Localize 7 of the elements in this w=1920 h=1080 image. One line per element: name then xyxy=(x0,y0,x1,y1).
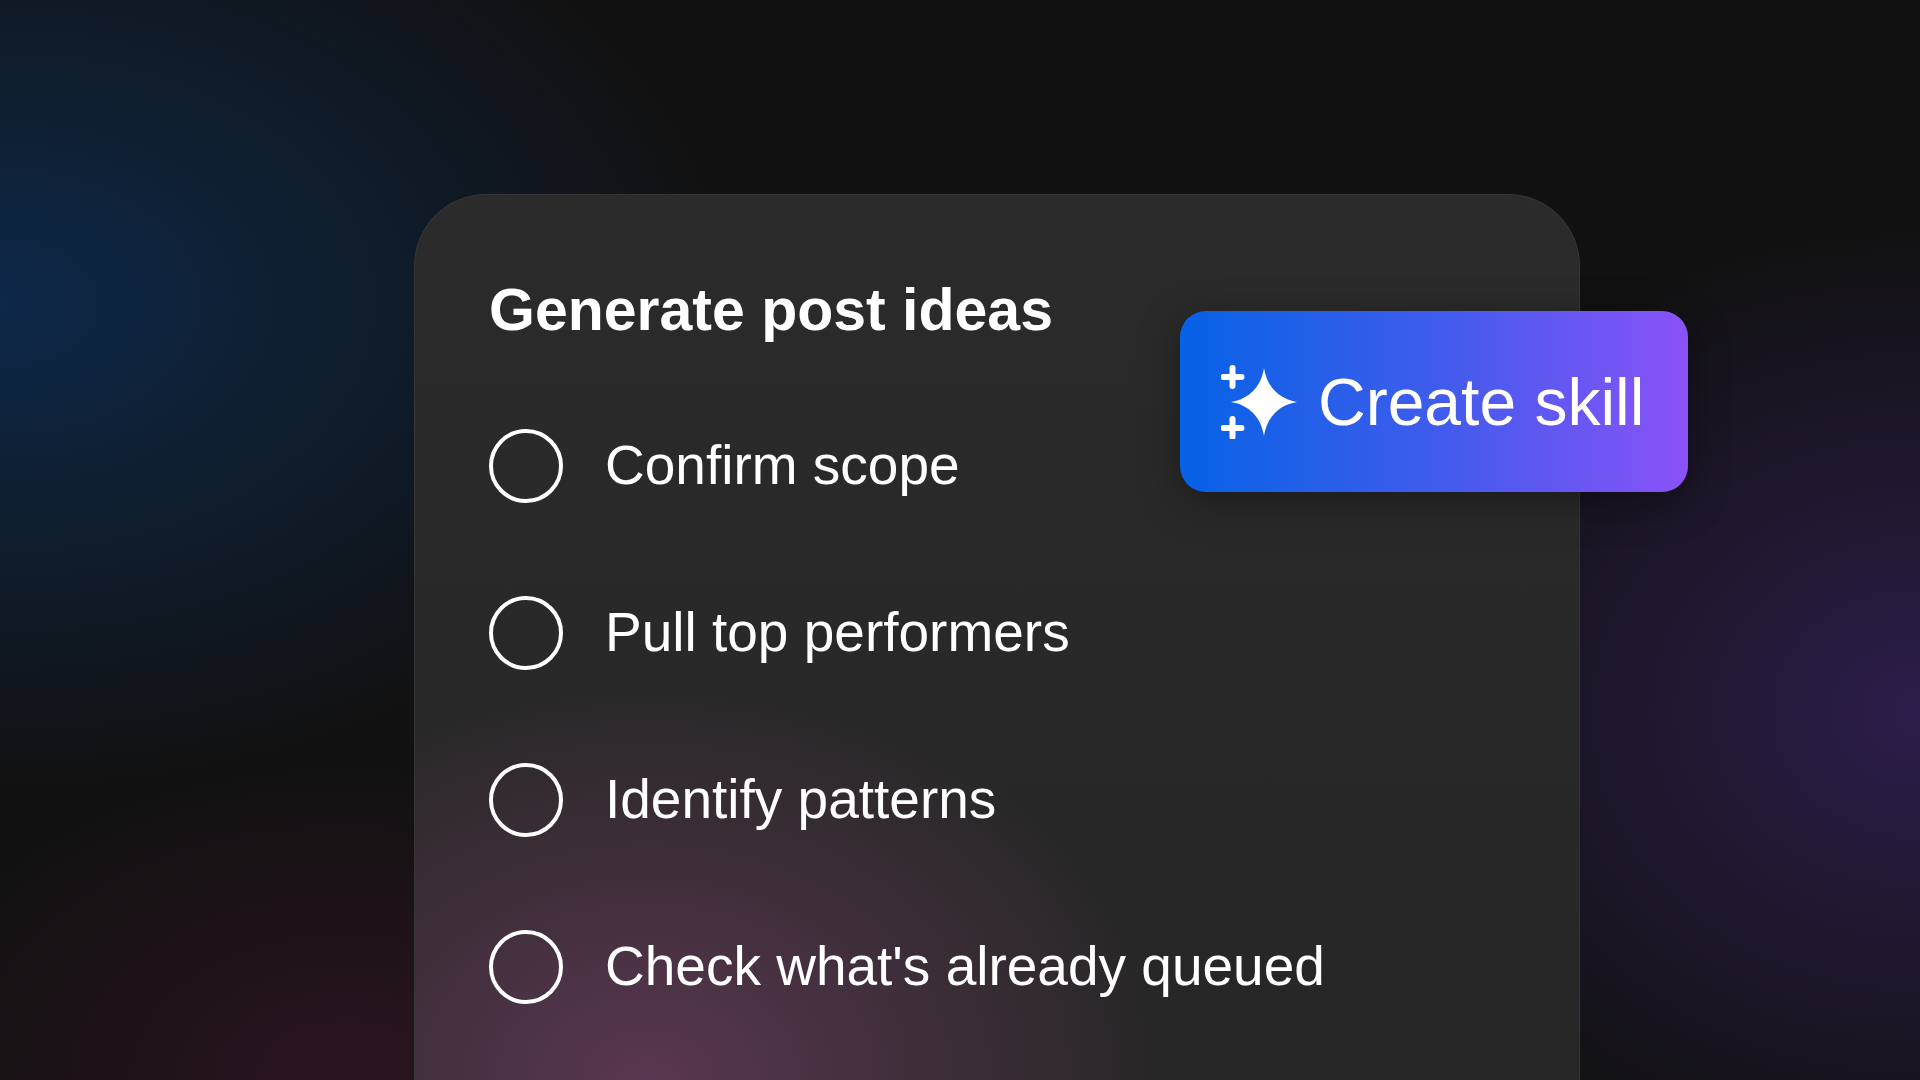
create-skill-button[interactable]: Create skill xyxy=(1180,311,1688,492)
sparkle-icon xyxy=(1221,364,1297,439)
card-title: Generate post ideas xyxy=(489,281,1053,340)
checkbox[interactable] xyxy=(489,428,563,503)
checkbox[interactable] xyxy=(489,762,563,837)
checkbox[interactable] xyxy=(489,929,563,1004)
checkbox[interactable] xyxy=(489,595,563,670)
